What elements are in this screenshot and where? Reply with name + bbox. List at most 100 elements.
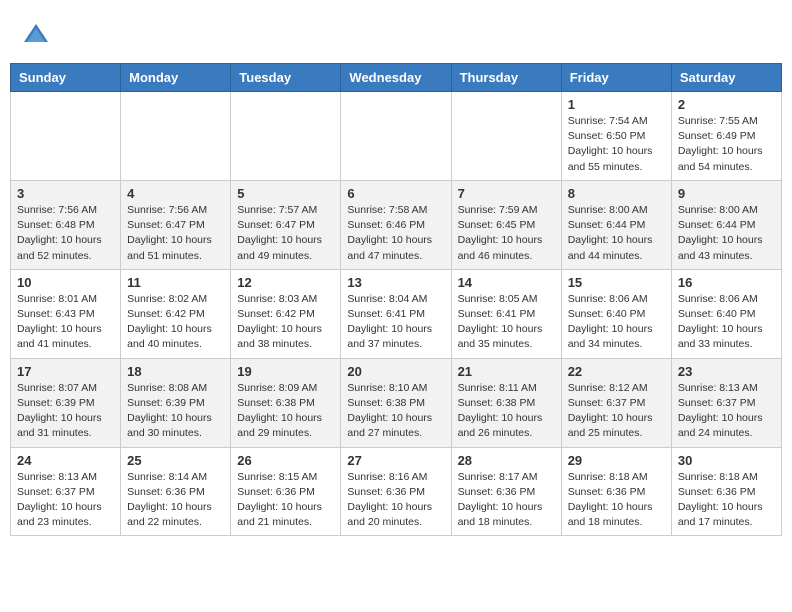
calendar-cell: 12Sunrise: 8:03 AM Sunset: 6:42 PM Dayli… [231, 269, 341, 358]
day-info: Sunrise: 7:57 AM Sunset: 6:47 PM Dayligh… [237, 203, 334, 264]
day-number: 1 [568, 97, 665, 112]
calendar-cell [121, 92, 231, 181]
day-info: Sunrise: 8:10 AM Sunset: 6:38 PM Dayligh… [347, 381, 444, 442]
calendar-cell: 10 Sunrise: 8:01 AM Sunset: 6:43 PM Dayli… [11, 269, 121, 358]
calendar-cell: 17 Sunrise: 8:07 AM Sunset: 6:39 PM Dayli… [11, 358, 121, 447]
day-info: Sunrise: 7:55 AM Sunset: 6:49 PM Dayligh… [678, 114, 775, 175]
day-info: Sunrise: 8:02 AM Sunset: 6:42 PM Dayligh… [127, 292, 224, 353]
day-number: 5 [237, 186, 334, 201]
calendar-table: SundayMondayTuesdayWednesdayThursdayFrid… [10, 63, 782, 536]
day-number: 15 [568, 275, 665, 290]
calendar-cell: 26 Sunrise: 8:15 AM Sunset: 6:36 PM Dayli… [231, 447, 341, 536]
calendar-cell: 24 Sunrise: 8:13 AM Sunset: 6:37 PM Dayli… [11, 447, 121, 536]
day-number: 10 [17, 275, 114, 290]
calendar-cell: 21 Sunrise: 8:11 AM Sunset: 6:38 PM Dayli… [451, 358, 561, 447]
day-number: 14 [458, 275, 555, 290]
calendar-cell: 28 Sunrise: 8:17 AM Sunset: 6:36 PM Dayli… [451, 447, 561, 536]
day-info: Sunrise: 8:08 AM Sunset: 6:39 PM Dayligh… [127, 381, 224, 442]
day-info: Sunrise: 8:06 AM Sunset: 6:40 PM Dayligh… [678, 292, 775, 353]
day-info: Sunrise: 8:04 AM Sunset: 6:41 PM Dayligh… [347, 292, 444, 353]
day-info: Sunrise: 8:01 AM Sunset: 6:43 PM Dayligh… [17, 292, 114, 353]
calendar-cell: 15 Sunrise: 8:06 AM Sunset: 6:40 PM Dayli… [561, 269, 671, 358]
calendar-cell: 2 Sunrise: 7:55 AM Sunset: 6:49 PM Daylig… [671, 92, 781, 181]
day-number: 26 [237, 453, 334, 468]
calendar-cell: 11 Sunrise: 8:02 AM Sunset: 6:42 PM Dayli… [121, 269, 231, 358]
day-info: Sunrise: 8:17 AM Sunset: 6:36 PM Dayligh… [458, 470, 555, 531]
calendar-week-row: 3 Sunrise: 7:56 AM Sunset: 6:48 PM Daylig… [11, 180, 782, 269]
day-number: 25 [127, 453, 224, 468]
day-info: Sunrise: 8:11 AM Sunset: 6:38 PM Dayligh… [458, 381, 555, 442]
day-number: 22 [568, 364, 665, 379]
calendar-cell: 8Sunrise: 8:00 AM Sunset: 6:44 PM Daylig… [561, 180, 671, 269]
weekday-header: Friday [561, 64, 671, 92]
day-info: Sunrise: 8:15 AM Sunset: 6:36 PM Dayligh… [237, 470, 334, 531]
calendar-cell: 20 Sunrise: 8:10 AM Sunset: 6:38 PM Dayli… [341, 358, 451, 447]
day-info: Sunrise: 8:09 AM Sunset: 6:38 PM Dayligh… [237, 381, 334, 442]
day-info: Sunrise: 7:58 AM Sunset: 6:46 PM Dayligh… [347, 203, 444, 264]
day-info: Sunrise: 8:06 AM Sunset: 6:40 PM Dayligh… [568, 292, 665, 353]
day-info: Sunrise: 8:13 AM Sunset: 6:37 PM Dayligh… [678, 381, 775, 442]
logo [20, 20, 50, 53]
day-info: Sunrise: 8:18 AM Sunset: 6:36 PM Dayligh… [678, 470, 775, 531]
calendar-cell: 30 Sunrise: 8:18 AM Sunset: 6:36 PM Dayli… [671, 447, 781, 536]
day-info: Sunrise: 8:14 AM Sunset: 6:36 PM Dayligh… [127, 470, 224, 531]
day-info: Sunrise: 7:56 AM Sunset: 6:47 PM Dayligh… [127, 203, 224, 264]
calendar-cell: 9 Sunrise: 8:00 AM Sunset: 6:44 PM Daylig… [671, 180, 781, 269]
weekday-header: Thursday [451, 64, 561, 92]
day-number: 2 [678, 97, 775, 112]
calendar-week-row: 17 Sunrise: 8:07 AM Sunset: 6:39 PM Dayli… [11, 358, 782, 447]
day-number: 8 [568, 186, 665, 201]
calendar-cell [11, 92, 121, 181]
calendar-cell: 13 Sunrise: 8:04 AM Sunset: 6:41 PM Dayli… [341, 269, 451, 358]
calendar-cell: 6 Sunrise: 7:58 AM Sunset: 6:46 PM Daylig… [341, 180, 451, 269]
day-number: 17 [17, 364, 114, 379]
calendar-cell: 16Sunrise: 8:06 AM Sunset: 6:40 PM Dayli… [671, 269, 781, 358]
calendar-cell: 29Sunrise: 8:18 AM Sunset: 6:36 PM Dayli… [561, 447, 671, 536]
day-number: 21 [458, 364, 555, 379]
day-info: Sunrise: 8:07 AM Sunset: 6:39 PM Dayligh… [17, 381, 114, 442]
calendar-cell: 19 Sunrise: 8:09 AM Sunset: 6:38 PM Dayli… [231, 358, 341, 447]
page-header [10, 10, 782, 58]
day-info: Sunrise: 7:59 AM Sunset: 6:45 PM Dayligh… [458, 203, 555, 264]
day-info: Sunrise: 8:00 AM Sunset: 6:44 PM Dayligh… [678, 203, 775, 264]
calendar-cell [341, 92, 451, 181]
day-number: 24 [17, 453, 114, 468]
weekday-header: Sunday [11, 64, 121, 92]
weekday-header-row: SundayMondayTuesdayWednesdayThursdayFrid… [11, 64, 782, 92]
day-number: 3 [17, 186, 114, 201]
day-number: 19 [237, 364, 334, 379]
day-info: Sunrise: 7:56 AM Sunset: 6:48 PM Dayligh… [17, 203, 114, 264]
day-number: 7 [458, 186, 555, 201]
weekday-header: Monday [121, 64, 231, 92]
day-info: Sunrise: 8:05 AM Sunset: 6:41 PM Dayligh… [458, 292, 555, 353]
calendar-cell [231, 92, 341, 181]
day-info: Sunrise: 8:13 AM Sunset: 6:37 PM Dayligh… [17, 470, 114, 531]
calendar-cell: 14 Sunrise: 8:05 AM Sunset: 6:41 PM Dayli… [451, 269, 561, 358]
logo-icon [22, 20, 50, 48]
weekday-header: Tuesday [231, 64, 341, 92]
day-number: 30 [678, 453, 775, 468]
day-info: Sunrise: 7:54 AM Sunset: 6:50 PM Dayligh… [568, 114, 665, 175]
day-number: 23 [678, 364, 775, 379]
day-number: 13 [347, 275, 444, 290]
calendar-cell: 23 Sunrise: 8:13 AM Sunset: 6:37 PM Dayli… [671, 358, 781, 447]
calendar-cell: 27Sunrise: 8:16 AM Sunset: 6:36 PM Dayli… [341, 447, 451, 536]
day-number: 20 [347, 364, 444, 379]
day-number: 29 [568, 453, 665, 468]
calendar-cell: 22 Sunrise: 8:12 AM Sunset: 6:37 PM Dayli… [561, 358, 671, 447]
calendar-cell: 18 Sunrise: 8:08 AM Sunset: 6:39 PM Dayli… [121, 358, 231, 447]
calendar-cell [451, 92, 561, 181]
day-number: 6 [347, 186, 444, 201]
day-number: 18 [127, 364, 224, 379]
calendar-cell: 25 Sunrise: 8:14 AM Sunset: 6:36 PM Dayli… [121, 447, 231, 536]
weekday-header: Wednesday [341, 64, 451, 92]
day-info: Sunrise: 8:16 AM Sunset: 6:36 PM Dayligh… [347, 470, 444, 531]
day-info: Sunrise: 8:12 AM Sunset: 6:37 PM Dayligh… [568, 381, 665, 442]
calendar-week-row: 10 Sunrise: 8:01 AM Sunset: 6:43 PM Dayli… [11, 269, 782, 358]
calendar-week-row: 1 Sunrise: 7:54 AM Sunset: 6:50 PM Daylig… [11, 92, 782, 181]
day-number: 4 [127, 186, 224, 201]
day-number: 11 [127, 275, 224, 290]
day-number: 9 [678, 186, 775, 201]
day-number: 28 [458, 453, 555, 468]
calendar-cell: 4 Sunrise: 7:56 AM Sunset: 6:47 PM Daylig… [121, 180, 231, 269]
